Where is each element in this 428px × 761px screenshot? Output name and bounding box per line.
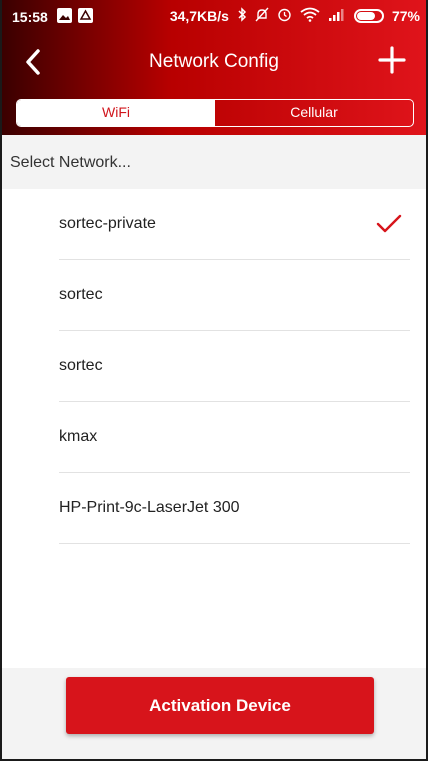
bottom-action-area: Activation Device	[2, 668, 426, 759]
battery-icon	[353, 9, 384, 23]
network-item[interactable]: sortec	[2, 260, 426, 331]
page-title: Network Config	[149, 51, 279, 72]
network-list: sortec-private sortec sortec kmax HP-Pri…	[2, 189, 426, 544]
header: 15:58 34,7KB/s 77% Network Config WiFi C…	[2, 0, 426, 135]
network-name: kmax	[59, 428, 98, 445]
section-header: Select Network...	[2, 135, 426, 189]
status-time: 15:58	[12, 9, 48, 25]
network-name: sortec	[59, 286, 103, 303]
checkmark-icon	[376, 214, 402, 233]
alarm-icon	[277, 7, 292, 25]
status-right: 34,7KB/s 77%	[170, 7, 420, 25]
add-network-button[interactable]	[376, 44, 408, 76]
notification-icons	[57, 8, 93, 23]
divider	[59, 543, 410, 544]
plus-icon	[378, 46, 406, 74]
network-name: sortec-private	[59, 215, 156, 232]
bluetooth-icon	[237, 7, 247, 25]
signal-icon	[328, 8, 346, 25]
network-item[interactable]: kmax	[2, 402, 426, 473]
tab-wifi[interactable]: WiFi	[17, 100, 215, 126]
nav-bar: Network Config	[2, 34, 426, 90]
network-type-tabs: WiFi Cellular	[16, 99, 414, 127]
mute-icon	[255, 7, 269, 25]
network-item[interactable]: HP-Print-9c-LaserJet 300	[2, 473, 426, 544]
network-name: sortec	[59, 357, 103, 374]
alert-notification-icon	[78, 8, 93, 23]
network-speed: 34,7KB/s	[169, 8, 229, 24]
image-notification-icon	[57, 8, 72, 23]
battery-percent: 77%	[391, 8, 420, 24]
network-item[interactable]: sortec-private	[2, 189, 426, 260]
network-item[interactable]: sortec	[2, 331, 426, 402]
network-name: HP-Print-9c-LaserJet 300	[59, 499, 240, 516]
section-title: Select Network...	[10, 154, 131, 171]
tab-cellular[interactable]: Cellular	[215, 100, 413, 126]
app-screen: 15:58 34,7KB/s 77% Network Config WiFi C…	[0, 0, 428, 761]
battery-level	[356, 12, 375, 20]
activation-device-button[interactable]: Activation Device	[66, 677, 374, 734]
wifi-icon	[300, 7, 320, 25]
status-bar: 15:58 34,7KB/s 77%	[2, 0, 426, 34]
